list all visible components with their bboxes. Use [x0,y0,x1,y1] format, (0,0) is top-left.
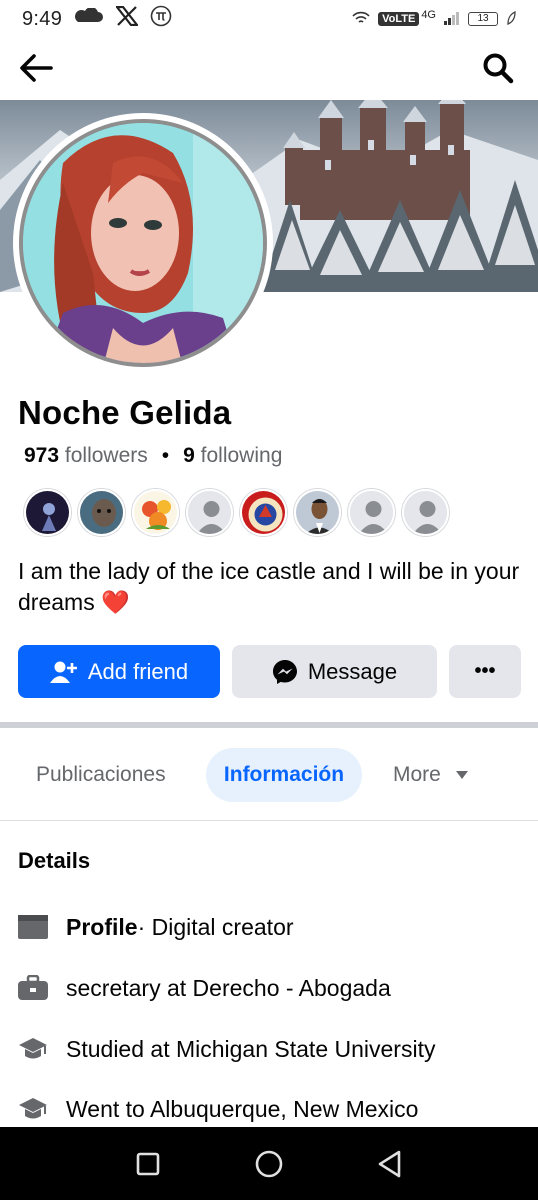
profile-picture[interactable] [13,113,273,373]
circle-icon [255,1150,283,1177]
signal-icon [444,11,460,28]
tab-label: More [393,763,441,786]
friend-avatar[interactable] [294,489,341,536]
separator-dot: • [161,444,170,467]
status-time: 9:49 [22,7,63,30]
tab-informacion[interactable]: Información [206,748,362,802]
add-person-icon [49,661,77,683]
friend-avatar-placeholder[interactable] [186,489,233,536]
search-button[interactable] [476,48,520,88]
battery-icon: 13 [468,12,498,26]
messenger-icon [272,659,297,684]
friend-avatar[interactable] [78,489,125,536]
volte-badge: VoLTE [378,12,420,26]
triangle-back-icon [378,1150,400,1177]
add-friend-button[interactable]: Add friend [18,645,220,698]
wifi-icon [352,11,370,28]
more-options-button[interactable]: ••• [449,645,521,698]
bio-text: I am the lady of the ice castle and I wi… [18,558,520,615]
network-type: 4G [421,9,436,21]
x-logo-icon [114,5,140,32]
system-nav-bar [0,1127,538,1200]
message-button[interactable]: Message [232,645,437,698]
section-divider [0,722,538,728]
pi-icon [150,5,172,33]
details-heading: Details [18,848,91,873]
arrow-left-icon [20,54,53,82]
top-bar [0,40,538,96]
cloud-icon [74,7,104,30]
detail-bold: Profile [66,913,138,940]
add-friend-label: Add friend [87,658,189,684]
profile-name: Noche Gelida [18,394,232,431]
friend-avatar[interactable] [24,489,71,536]
friend-avatar[interactable] [240,489,287,536]
detail-item-education: Studied at Michigan State University [18,1034,435,1064]
profile-photo [19,119,267,367]
followers-link[interactable]: 973 followers [24,444,148,468]
profile-bio: I am the lady of the ice castle and I wi… [18,556,528,618]
home-button[interactable] [249,1144,289,1184]
leaf-icon [506,10,516,28]
tab-label: Información [223,763,345,786]
system-back-button[interactable] [370,1144,410,1184]
status-bar: 9:49 VoLTE 4G 13 [0,0,538,38]
detail-item-education: Went to Albuquerque, New Mexico [18,1094,418,1124]
detail-text: · Digital creator [137,913,294,940]
recent-apps-button[interactable] [128,1144,168,1184]
briefcase-icon [18,973,48,1003]
tab-publicaciones[interactable]: Publicaciones [36,748,166,802]
followers-label: followers [64,444,148,467]
search-icon [483,53,514,84]
tab-more[interactable]: More [393,748,469,802]
follow-stats: 973 followers • 9 following [24,444,282,468]
following-label: following [200,444,283,467]
mutual-friends-row [24,489,449,536]
friend-avatar[interactable] [132,489,179,536]
following-count: 9 [183,444,195,467]
back-button[interactable] [14,48,58,88]
graduation-cap-icon [18,1034,48,1064]
graduation-cap-icon [18,1094,48,1124]
tabs-divider [0,820,538,821]
friend-avatar-placeholder[interactable] [348,489,395,536]
following-link[interactable]: 9 following [183,444,282,468]
battery-level: 13 [477,13,489,24]
detail-text: Studied at Michigan State University [66,1035,436,1062]
message-label: Message [307,658,398,684]
ellipsis-icon: ••• [474,660,496,682]
detail-text: secretary at Derecho - Abogada [66,974,391,1001]
detail-item-profile: Profile · Digital creator [18,912,294,942]
friend-avatar-placeholder[interactable] [402,489,449,536]
detail-item-work: secretary at Derecho - Abogada [18,973,391,1003]
square-icon [137,1152,160,1175]
detail-text: Went to Albuquerque, New Mexico [66,1095,419,1122]
heart-emoji: ❤️ [101,589,130,615]
profile-card-icon [18,912,48,942]
tab-label: Publicaciones [36,763,166,786]
caret-down-icon [455,771,468,779]
followers-count: 973 [24,444,60,467]
